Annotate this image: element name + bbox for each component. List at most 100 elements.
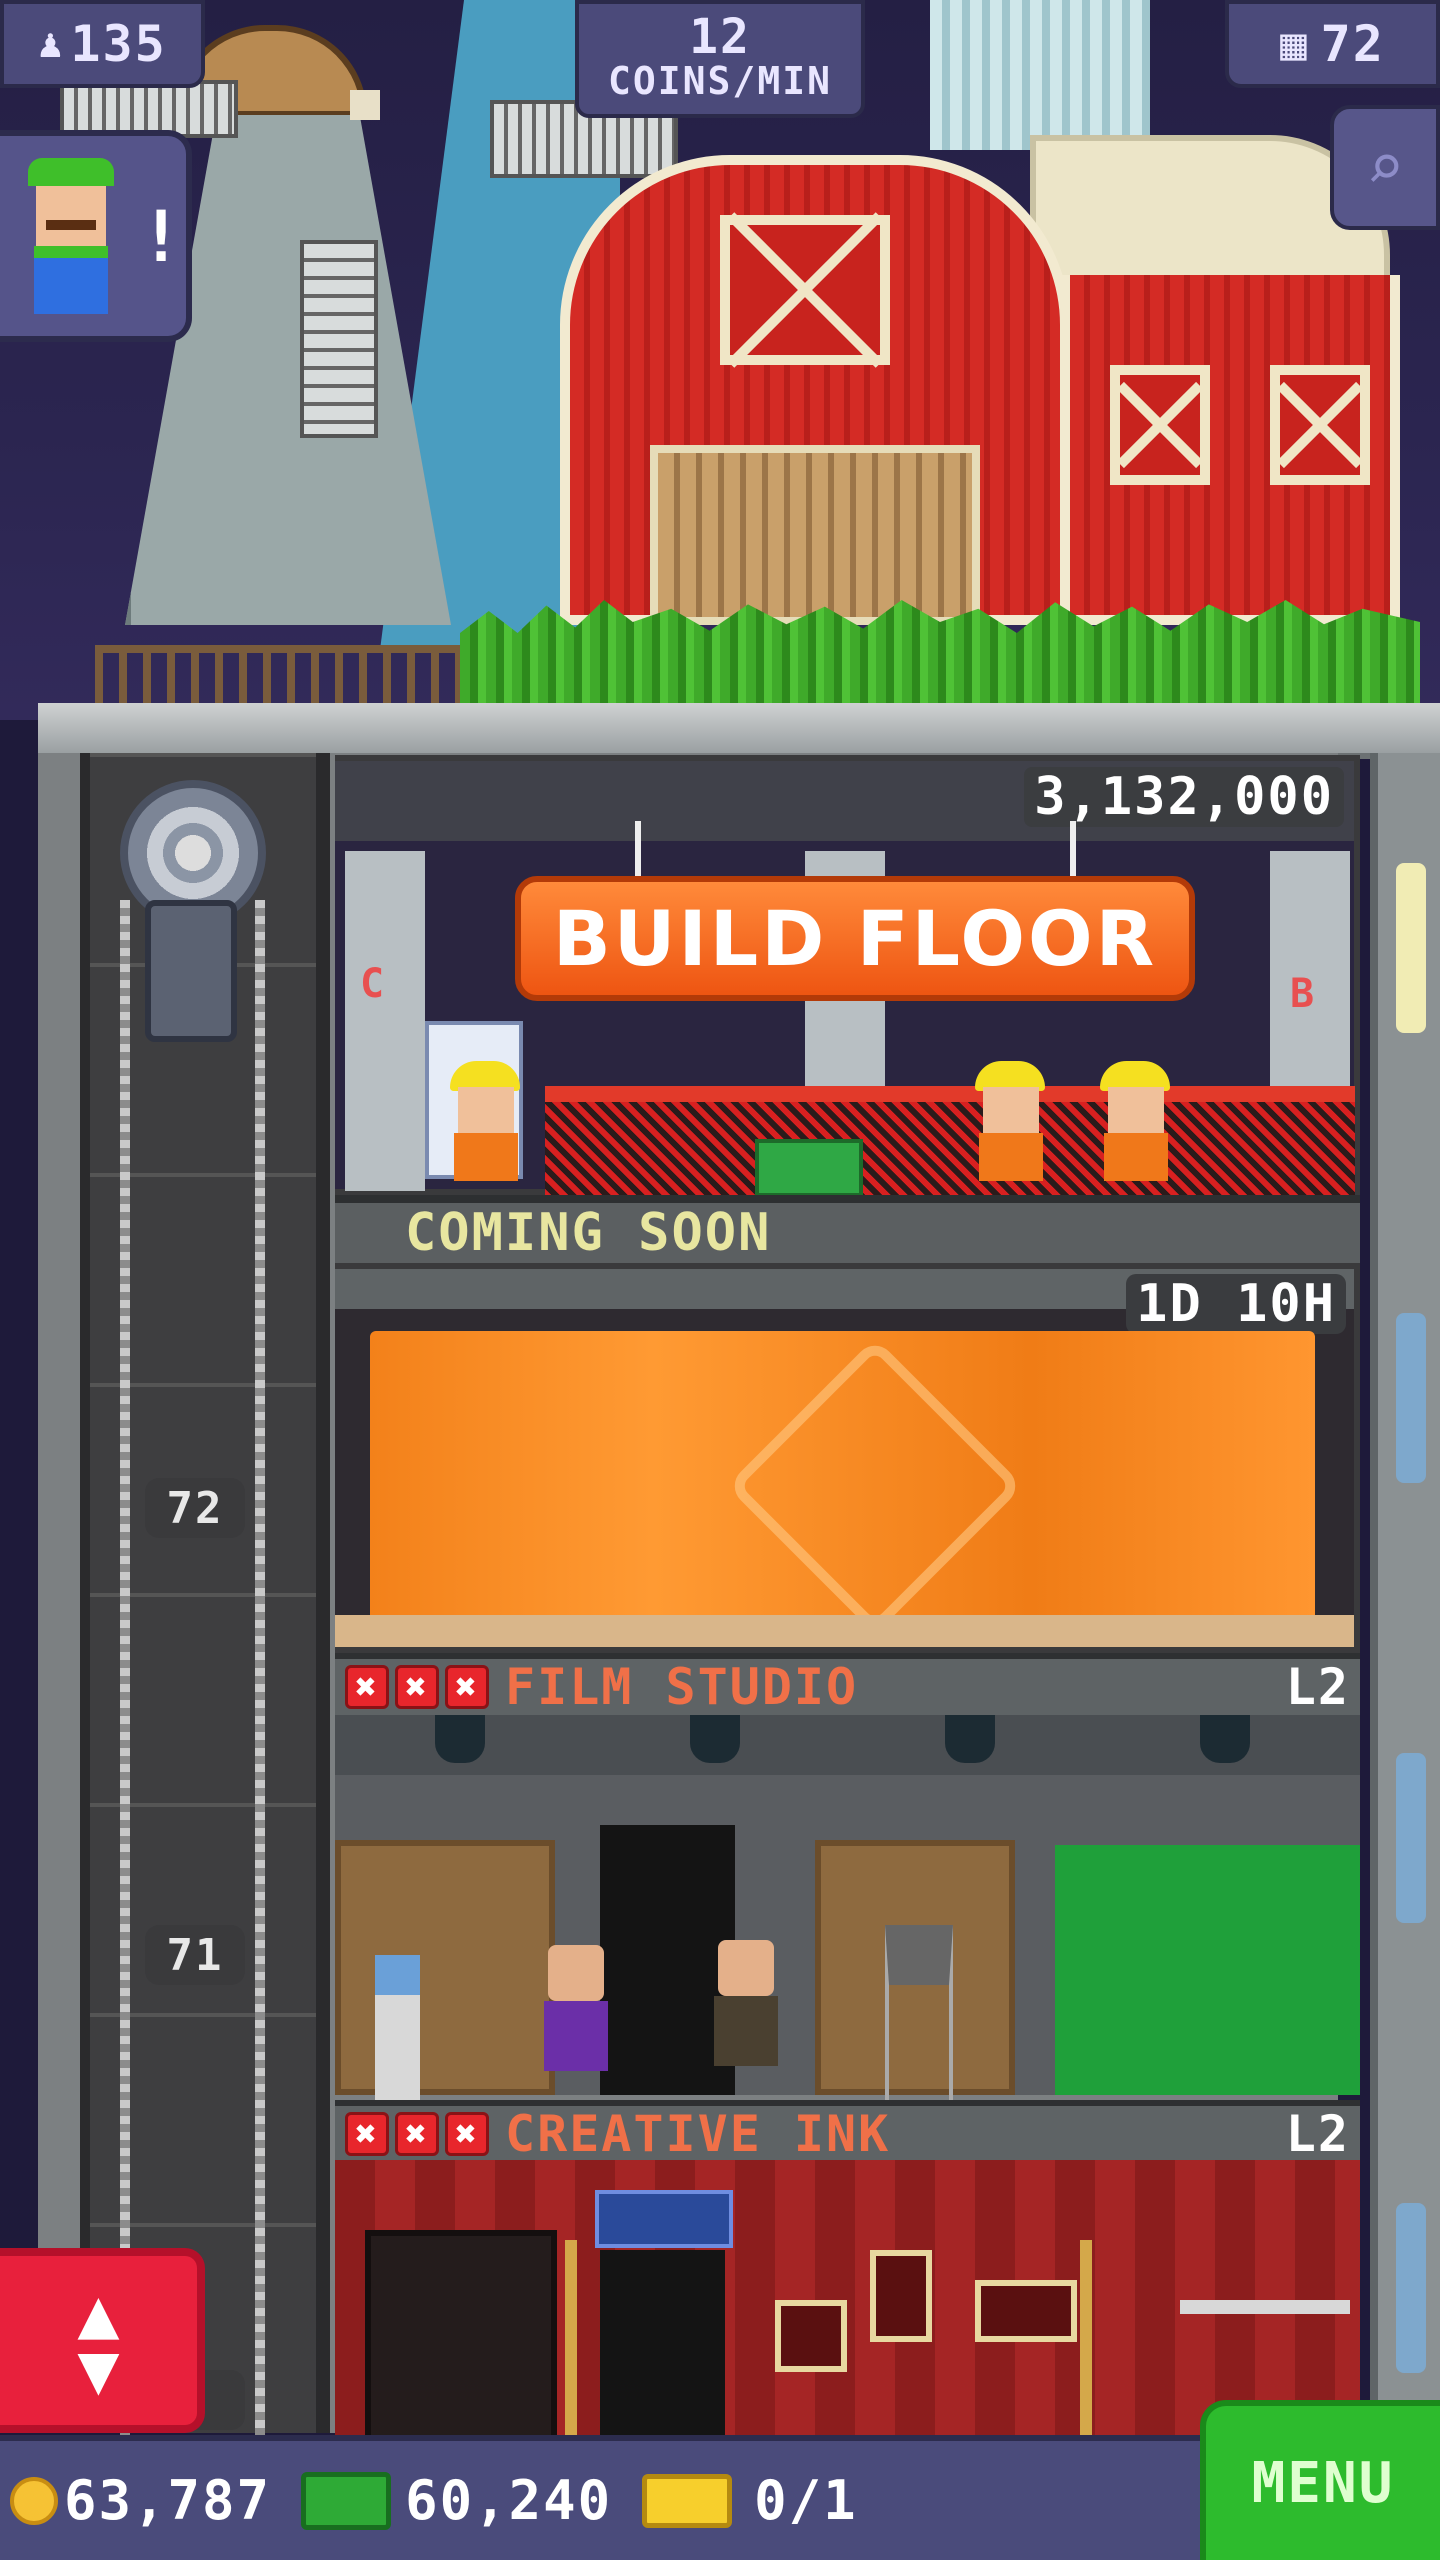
- lamp-post: [565, 2240, 577, 2435]
- ceiling-lamp-icon: [435, 1715, 485, 1763]
- stairwell-window: [1396, 1313, 1426, 1483]
- floor-letter-left: C: [360, 961, 387, 1007]
- magnifier-icon: ⌕: [1365, 130, 1405, 205]
- wall-frame: [870, 2250, 932, 2342]
- shop-header-film-studio[interactable]: ✖ ✖ ✖ FILM STUDIO L2: [335, 1653, 1360, 1716]
- avatar-alert-icon: !: [140, 196, 185, 278]
- avatar-mustache: [46, 220, 96, 230]
- avatar-cap: [28, 158, 114, 186]
- barn-decoration: [560, 135, 1400, 625]
- fence-decoration: [95, 645, 495, 703]
- windmill-hub: [350, 90, 380, 120]
- avatar-body: [34, 246, 108, 314]
- avatar: [28, 158, 124, 314]
- creative-ink-floor[interactable]: [335, 2160, 1360, 2442]
- floor-letter-right: B: [1290, 971, 1317, 1017]
- barn-door: [650, 445, 980, 625]
- stairwell: [1370, 753, 1440, 2433]
- elevator-toggle-button[interactable]: ▲ ▼: [0, 2248, 205, 2433]
- barn-window: [720, 215, 890, 365]
- construction-worker: [1090, 1061, 1180, 1191]
- cash-icon: [301, 2471, 392, 2530]
- wall-frame: [975, 2280, 1077, 2342]
- floor-slab: [335, 1615, 1354, 1647]
- toolbox-icon: [755, 1139, 863, 1197]
- shop-name: CREATIVE INK: [505, 2105, 891, 2163]
- stock-indicators: ✖ ✖ ✖: [345, 2112, 489, 2156]
- floor-counter[interactable]: ▦ 72: [1225, 0, 1440, 88]
- sign-hook: [1070, 821, 1076, 876]
- out-of-stock-icon: ✖: [345, 1665, 389, 1709]
- build-floor-slot[interactable]: 3,132,000 C B BUILD FLOOR: [335, 755, 1360, 1197]
- wall-frame: [775, 2300, 847, 2372]
- build-floor-button[interactable]: BUILD FLOOR: [515, 876, 1195, 1001]
- shop-level: L2: [1285, 2105, 1350, 2163]
- out-of-stock-icon: ✖: [395, 2112, 439, 2156]
- green-screen: [1055, 1845, 1360, 2095]
- shop-header-creative-ink[interactable]: ✖ ✖ ✖ CREATIVE INK L2: [335, 2100, 1360, 2163]
- construction-sign-icon: [726, 1337, 1024, 1635]
- shop-name: FILM STUDIO: [505, 1658, 859, 1716]
- coming-soon-label: COMING SOON: [335, 1195, 1360, 1263]
- bitizen-figure: [540, 1945, 610, 2095]
- population-counter[interactable]: ♟ 135: [0, 0, 205, 88]
- construction-timer: 1D 10H: [1126, 1274, 1346, 1334]
- person-icon: ♟: [38, 21, 65, 67]
- floor-count-value: 72: [1320, 15, 1385, 73]
- support-pillar: [345, 851, 425, 1191]
- coins-rate-unit: COINS/MIN: [608, 59, 832, 103]
- floor-number-72: 72: [145, 1478, 245, 1538]
- coins-value: 63,787: [64, 2469, 272, 2532]
- film-studio-floor[interactable]: [335, 1715, 1360, 2155]
- windmill-blade: [300, 240, 378, 438]
- out-of-stock-icon: ✖: [445, 2112, 489, 2156]
- tower-roof: [38, 703, 1440, 759]
- ink-shelf: [1180, 2300, 1350, 2314]
- out-of-stock-icon: ✖: [445, 1665, 489, 1709]
- coins-rate-display: 12 COINS/MIN: [575, 0, 865, 118]
- barn-side: [1060, 275, 1400, 625]
- stock-indicators: ✖ ✖ ✖: [345, 1665, 489, 1709]
- shop-level: L2: [1285, 1658, 1350, 1716]
- tickets-value: 0/1: [754, 2469, 858, 2532]
- menu-button[interactable]: MENU: [1200, 2400, 1440, 2560]
- construction-worker: [965, 1061, 1055, 1191]
- barn-window: [1270, 365, 1370, 485]
- pulley-motor: [145, 900, 237, 1042]
- elevator-cable: [120, 900, 130, 2440]
- dark-doorway: [600, 2250, 725, 2435]
- search-button[interactable]: ⌕: [1330, 105, 1440, 230]
- elevator-cable: [255, 900, 265, 2440]
- sign-hook: [635, 821, 641, 876]
- up-down-arrows-icon: ▲ ▼: [77, 2271, 120, 2410]
- bux-value: 60,240: [405, 2469, 613, 2532]
- out-of-stock-icon: ✖: [345, 2112, 389, 2156]
- stairwell-window: [1396, 863, 1426, 1033]
- floor-number-71: 71: [145, 1925, 245, 1985]
- bitizen-avatar-button[interactable]: !: [0, 130, 192, 342]
- ceiling-lamp-icon: [690, 1715, 740, 1763]
- studio-door: [335, 1840, 555, 2095]
- bitizen-figure: [710, 1940, 780, 2090]
- city-building-decoration: [930, 0, 1150, 150]
- build-floor-price: 3,132,000: [1024, 767, 1344, 827]
- coins-rate-value: 12: [689, 9, 751, 65]
- avatar-face: [36, 186, 106, 246]
- lamp-post: [1080, 2240, 1092, 2435]
- construction-tarp: [370, 1331, 1315, 1635]
- stairwell-window: [1396, 2203, 1426, 2373]
- ceiling-lamp-icon: [945, 1715, 995, 1763]
- construction-floor[interactable]: 1D 10H: [335, 1263, 1360, 1653]
- scaffolding: [545, 1086, 1355, 1197]
- elevator-pulley: [110, 780, 280, 1080]
- tattoo-chair: [365, 2230, 557, 2442]
- population-value: 135: [70, 15, 167, 73]
- ceiling-lamp-icon: [1200, 1715, 1250, 1763]
- barn-window: [1110, 365, 1210, 485]
- building-icon: ▦: [1280, 18, 1309, 70]
- construction-worker: [440, 1061, 530, 1191]
- ticket-icon: [642, 2473, 733, 2528]
- stairwell-window: [1396, 1753, 1426, 1923]
- out-of-stock-icon: ✖: [395, 1665, 439, 1709]
- coin-icon: [10, 2476, 58, 2525]
